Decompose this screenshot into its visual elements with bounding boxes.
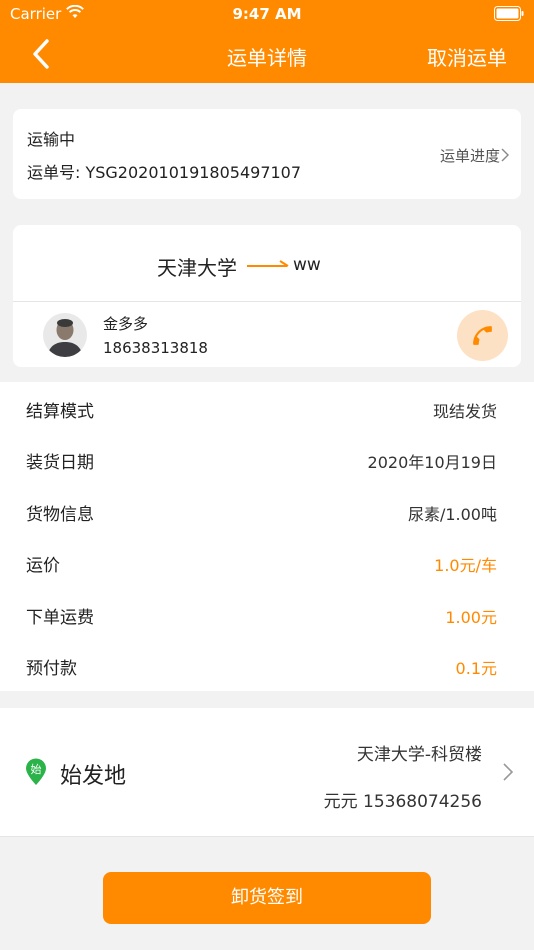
order-number: 运单号: YSG202010191805497107 — [27, 163, 302, 182]
route-destination: ww — [293, 255, 321, 275]
call-driver-button[interactable] — [457, 310, 508, 361]
unload-checkin-button[interactable]: 卸货签到 — [103, 872, 431, 924]
info-row-prepayment: 预付款 0.1元 — [0, 639, 534, 690]
info-value: 现结发货 — [432, 402, 497, 421]
info-value: 1.00元 — [445, 608, 497, 627]
info-value: 0.1元 — [455, 659, 497, 678]
order-info-list: 结算模式 现结发货 装货日期 2020年10月19日 货物信息 尿素/1.00吨… — [0, 382, 534, 691]
order-status: 运输中 — [27, 130, 76, 149]
divider — [0, 836, 534, 837]
info-label: 结算模式 — [26, 402, 94, 422]
origin-row[interactable]: 始 始发地 天津大学-科贸楼 元元 15368074256 — [0, 708, 534, 836]
phone-icon — [473, 326, 492, 345]
info-label: 货物信息 — [26, 505, 94, 525]
origin-pin-label: 始 — [31, 762, 42, 776]
order-progress-link[interactable]: 运单进度 — [440, 145, 509, 166]
route-origin: 天津大学 — [157, 256, 237, 280]
header-bar: Carrier 9:47 AM 运单详情 取消运单 — [0, 0, 534, 83]
driver-avatar — [43, 313, 87, 357]
driver-phone: 18638313818 — [103, 339, 208, 357]
battery-icon — [494, 6, 524, 21]
info-label: 预付款 — [26, 659, 77, 679]
info-row-settlement: 结算模式 现结发货 — [0, 382, 534, 433]
order-progress-label: 运单进度 — [439, 147, 500, 165]
info-row-loading-date: 装货日期 2020年10月19日 — [0, 433, 534, 484]
info-value: 1.0元/车 — [434, 556, 497, 575]
origin-contact: 元元 15368074256 — [323, 792, 482, 812]
divider — [13, 301, 521, 302]
map-pin-icon: 始 — [26, 758, 46, 785]
order-status-card: 运输中 运单号: YSG202010191805497107 运单进度 — [13, 109, 521, 199]
chevron-right-icon — [503, 763, 514, 781]
status-bar: Carrier 9:47 AM — [0, 0, 534, 28]
info-label: 装货日期 — [26, 453, 94, 473]
chevron-right-icon — [501, 148, 509, 162]
info-value: 尿素/1.00吨 — [407, 505, 497, 524]
clock: 9:47 AM — [232, 5, 302, 23]
origin-address: 天津大学-科贸楼 — [356, 745, 482, 765]
info-row-order-fee: 下单运费 1.00元 — [0, 588, 534, 639]
route-arrow-icon — [247, 260, 289, 267]
driver-name: 金多多 — [103, 315, 149, 333]
info-row-freight-rate: 运价 1.0元/车 — [0, 536, 534, 587]
info-value: 2020年10月19日 — [367, 453, 497, 472]
route-card: 天津大学 ww 金多多 18638313818 — [13, 225, 521, 367]
origin-label: 始发地 — [60, 764, 127, 789]
info-row-goods: 货物信息 尿素/1.00吨 — [0, 485, 534, 536]
info-label: 下单运费 — [26, 608, 94, 628]
cancel-order-button[interactable]: 取消运单 — [427, 42, 507, 71]
info-label: 运价 — [26, 556, 60, 576]
